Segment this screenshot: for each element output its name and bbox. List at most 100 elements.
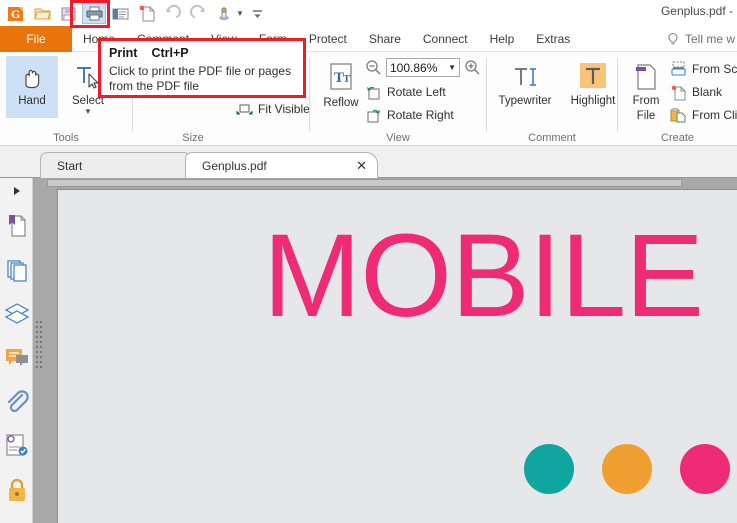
app-logo-icon[interactable]: G: [4, 2, 28, 24]
document-tab-strip: Start Genplus.pdf ✕: [0, 146, 737, 178]
reflow-button[interactable]: T T Reflow: [315, 56, 367, 118]
from-file-label-2: File: [637, 110, 656, 123]
circle-teal: [524, 444, 574, 494]
clipboard-icon: [670, 107, 687, 124]
security-icon[interactable]: [0, 468, 33, 512]
highlight-icon: [576, 61, 610, 93]
application-window: G: [0, 0, 737, 523]
undo-icon[interactable]: [160, 2, 184, 24]
customize-icon[interactable]: [212, 2, 236, 24]
circle-pink: [680, 444, 730, 494]
bookmarks-icon[interactable]: [0, 204, 33, 248]
expand-panel-arrow-icon[interactable]: [0, 178, 33, 204]
pdf-page: MOBILE: [57, 189, 737, 523]
ribbon-group-create: From File From Sc: [618, 52, 737, 146]
tell-me-search[interactable]: Tell me w: [666, 26, 737, 52]
ribbon-group-view-label: View: [310, 132, 486, 144]
hand-icon: [16, 61, 48, 93]
open-icon[interactable]: [30, 2, 54, 24]
from-clipboard-label: From Cli: [692, 108, 737, 122]
circle-orange: [602, 444, 652, 494]
fit-visible-icon: [236, 101, 253, 118]
rotate-left-label: Rotate Left: [387, 85, 446, 99]
tab-genplus[interactable]: Genplus.pdf ✕: [185, 152, 378, 178]
ribbon-group-view: T T Reflow 100.86% ▼: [310, 52, 486, 146]
tooltip-shortcut: Ctrl+P: [151, 46, 188, 60]
blank-label: Blank: [692, 85, 722, 99]
rotate-left-icon: [365, 84, 382, 101]
tab-close-icon[interactable]: ✕: [356, 159, 377, 172]
navigation-sidebar: [0, 178, 33, 523]
rotate-right-button[interactable]: Rotate Right: [365, 104, 454, 126]
quick-access-toolbar: G: [4, 2, 270, 24]
attachments-icon[interactable]: [0, 380, 33, 424]
reflow-label: Reflow: [323, 97, 358, 110]
print-tooltip: Print Ctrl+P Click to print the PDF file…: [98, 38, 306, 98]
ribbon-group-comment-label: Comment: [487, 132, 617, 144]
from-scanner-label: From Sc: [692, 62, 737, 76]
reflow-icon: T T: [324, 61, 358, 95]
typewriter-label: Typewriter: [498, 95, 551, 108]
email-icon[interactable]: [108, 2, 132, 24]
redo-icon[interactable]: [186, 2, 210, 24]
from-clipboard-button[interactable]: From Cli: [670, 104, 737, 126]
blank-page-icon: [670, 84, 687, 101]
ribbon-group-tools-label: Tools: [0, 132, 132, 144]
tab-start[interactable]: Start: [40, 152, 195, 178]
menu-file[interactable]: File: [0, 26, 72, 52]
chevron-down-icon[interactable]: ▼: [448, 63, 456, 72]
zoom-out-icon[interactable]: [365, 59, 382, 76]
lightbulb-icon: [666, 32, 680, 47]
menu-item-connect[interactable]: Connect: [412, 26, 479, 52]
scrollbar-thumb[interactable]: [47, 179, 682, 187]
zoom-control: 100.86% ▼: [365, 58, 481, 77]
save-icon[interactable]: [56, 2, 80, 24]
layers-icon[interactable]: [0, 292, 33, 336]
menu-item-protect[interactable]: Protect: [298, 26, 358, 52]
splitter-grip-icon: [36, 321, 42, 381]
fit-visible-button[interactable]: Fit Visible: [236, 98, 310, 120]
pages-thumbnails-icon[interactable]: [0, 248, 33, 292]
menu-item-share[interactable]: Share: [358, 26, 412, 52]
typewriter-button[interactable]: Typewriter: [492, 56, 558, 118]
zoom-level-input[interactable]: 100.86% ▼: [386, 58, 460, 77]
from-scanner-button[interactable]: From Sc: [670, 58, 737, 80]
menu-item-help[interactable]: Help: [479, 26, 526, 52]
ribbon-group-size-label: Size: [133, 132, 253, 144]
chevron-down-icon[interactable]: ▼: [236, 9, 244, 18]
chevron-down-icon[interactable]: ▼: [84, 109, 92, 115]
highlight-label: Highlight: [571, 95, 616, 108]
tooltip-title: Print: [109, 46, 137, 60]
print-icon[interactable]: [82, 2, 106, 24]
tab-genplus-label: Genplus.pdf: [186, 159, 267, 173]
rotate-right-label: Rotate Right: [387, 108, 454, 122]
window-title: Genplus.pdf -: [661, 4, 733, 18]
hand-tool-label: Hand: [18, 95, 46, 108]
from-file-button[interactable]: From File: [624, 56, 668, 126]
signatures-icon[interactable]: [0, 424, 33, 468]
menu-item-extras[interactable]: Extras: [525, 26, 581, 52]
rotate-right-icon: [365, 107, 382, 124]
hand-tool-button[interactable]: Hand: [6, 56, 58, 118]
tab-start-label: Start: [41, 159, 82, 173]
tooltip-body-line1: Click to print the PDF file or pages: [109, 64, 305, 79]
blank-button[interactable]: Blank: [670, 81, 722, 103]
title-bar: G: [0, 0, 737, 26]
zoom-level-value: 100.86%: [390, 61, 437, 75]
panel-splitter[interactable]: [33, 178, 45, 523]
more-icon[interactable]: [246, 2, 270, 24]
document-viewport: MOBILE: [45, 178, 737, 523]
highlight-button[interactable]: Highlight: [564, 56, 622, 118]
fit-visible-label: Fit Visible: [258, 102, 310, 116]
new-icon[interactable]: [134, 2, 158, 24]
ribbon-group-comment: Typewriter Highlight Comment: [487, 52, 617, 146]
typewriter-icon: [508, 61, 542, 93]
comments-icon[interactable]: [0, 336, 33, 380]
tooltip-body-line2: from the PDF file: [109, 79, 305, 94]
from-file-label-1: From: [633, 95, 660, 108]
zoom-in-icon[interactable]: [464, 59, 481, 76]
rotate-left-button[interactable]: Rotate Left: [365, 81, 446, 103]
page-heading: MOBILE: [263, 217, 703, 335]
tell-me-label: Tell me w: [685, 32, 735, 46]
horizontal-scrollbar[interactable]: [45, 178, 737, 189]
